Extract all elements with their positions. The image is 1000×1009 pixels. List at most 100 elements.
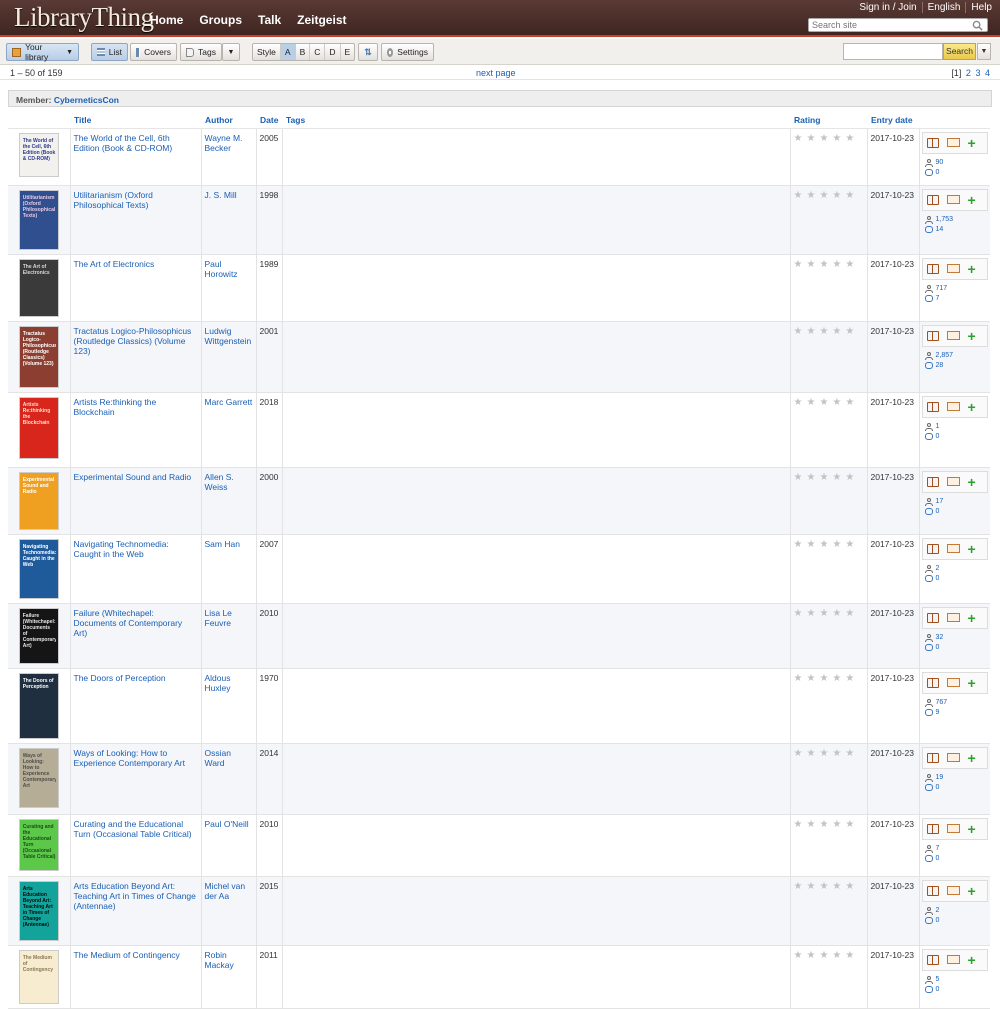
- book-details-icon[interactable]: [926, 137, 939, 148]
- librarything-logo[interactable]: LibraryThing: [14, 2, 154, 33]
- star-icon[interactable]: ★: [806, 748, 815, 759]
- star-icon[interactable]: ★: [845, 673, 854, 684]
- star-icon[interactable]: ★: [819, 608, 828, 619]
- add-book-icon[interactable]: +: [968, 400, 976, 414]
- star-icon[interactable]: ★: [819, 748, 828, 759]
- members-count[interactable]: 717: [936, 284, 948, 294]
- star-icon[interactable]: ★: [794, 259, 803, 270]
- your-library-button[interactable]: Your library ▼: [6, 42, 79, 62]
- add-book-icon[interactable]: +: [968, 475, 976, 489]
- star-icon[interactable]: ★: [794, 539, 803, 550]
- star-icon[interactable]: ★: [819, 539, 828, 550]
- book-details-icon[interactable]: [926, 612, 939, 623]
- star-icon[interactable]: ★: [832, 608, 841, 619]
- tags-cell[interactable]: [282, 254, 791, 322]
- book-title-link[interactable]: Utilitarianism (Oxford Philosophical Tex…: [74, 190, 153, 210]
- reviews-count[interactable]: 0: [936, 854, 940, 864]
- book-author-link[interactable]: Sam Han: [205, 539, 240, 549]
- star-icon[interactable]: ★: [819, 133, 828, 144]
- book-cover-image[interactable]: Failure (Whitechapel: Documents of Conte…: [18, 607, 59, 664]
- site-search-input[interactable]: [809, 19, 959, 31]
- book-author-link[interactable]: Allen S. Weiss: [205, 472, 234, 492]
- book-title-link[interactable]: Curating and the Educational Turn (Occas…: [74, 819, 192, 839]
- member-name-link[interactable]: CyberneticsCon: [54, 95, 119, 105]
- book-cover-image[interactable]: Artists Re:thinking the Blockchain: [18, 396, 59, 459]
- book-author-link[interactable]: Michel van der Aa: [205, 881, 246, 901]
- star-icon[interactable]: ★: [806, 397, 815, 408]
- book-author-link[interactable]: Aldous Huxley: [205, 673, 231, 693]
- star-icon[interactable]: ★: [845, 397, 854, 408]
- help-link[interactable]: Help: [966, 2, 992, 13]
- star-icon[interactable]: ★: [806, 133, 815, 144]
- edit-book-icon[interactable]: [946, 824, 960, 833]
- book-author-link[interactable]: Paul O'Neill: [205, 819, 249, 829]
- star-icon[interactable]: ★: [832, 673, 841, 684]
- members-count[interactable]: 19: [936, 773, 944, 783]
- members-count[interactable]: 1,753: [936, 215, 954, 225]
- book-title-link[interactable]: Arts Education Beyond Art: Teaching Art …: [74, 881, 196, 911]
- reviews-count[interactable]: 14: [936, 225, 944, 235]
- star-icon[interactable]: ★: [794, 472, 803, 483]
- star-icon[interactable]: ★: [832, 819, 841, 830]
- book-author-link[interactable]: Marc Garrett: [205, 397, 253, 407]
- add-book-icon[interactable]: +: [968, 542, 976, 556]
- edit-book-icon[interactable]: [946, 613, 960, 622]
- star-icon[interactable]: ★: [819, 819, 828, 830]
- sign-in-link[interactable]: Sign in / Join: [854, 2, 923, 13]
- members-count[interactable]: 32: [936, 633, 944, 643]
- tags-cell[interactable]: [282, 128, 791, 186]
- page-link-3[interactable]: 3: [975, 68, 980, 78]
- book-author-link[interactable]: Robin Mackay: [205, 950, 234, 970]
- tags-cell[interactable]: [282, 185, 791, 255]
- star-icon[interactable]: ★: [832, 950, 841, 961]
- book-title-link[interactable]: The Doors of Perception: [74, 673, 166, 683]
- star-icon[interactable]: ★: [845, 539, 854, 550]
- tags-cell[interactable]: [282, 603, 791, 669]
- star-icon[interactable]: ★: [845, 190, 854, 201]
- star-icon[interactable]: ★: [832, 748, 841, 759]
- star-icon[interactable]: ★: [832, 133, 841, 144]
- tags-button[interactable]: Tags: [180, 43, 222, 61]
- style-e-button[interactable]: E: [341, 44, 355, 60]
- book-title-link[interactable]: Tractatus Logico-Philosophicus (Routledg…: [74, 326, 192, 356]
- star-icon[interactable]: ★: [794, 326, 803, 337]
- style-a-button[interactable]: A: [280, 44, 296, 60]
- book-title-link[interactable]: The Art of Electronics: [74, 259, 155, 269]
- page-link-2[interactable]: 2: [966, 68, 971, 78]
- tags-column-header[interactable]: Tags: [282, 112, 790, 129]
- star-icon[interactable]: ★: [845, 748, 854, 759]
- edit-book-icon[interactable]: [946, 544, 960, 553]
- star-icon[interactable]: ★: [845, 133, 854, 144]
- book-title-link[interactable]: Experimental Sound and Radio: [74, 472, 192, 482]
- book-cover-image[interactable]: The Art of Electronics: [18, 258, 59, 317]
- star-icon[interactable]: ★: [845, 259, 854, 270]
- tags-cell[interactable]: [282, 876, 791, 946]
- star-icon[interactable]: ★: [819, 950, 828, 961]
- nav-talk[interactable]: Talk: [258, 13, 281, 27]
- members-count[interactable]: 767: [936, 698, 948, 708]
- nav-zeitgeist[interactable]: Zeitgeist: [297, 13, 346, 27]
- star-icon[interactable]: ★: [806, 881, 815, 892]
- search-icon[interactable]: [972, 20, 983, 31]
- book-cover-image[interactable]: The World of the Cell, 6th Edition (Book…: [18, 132, 59, 177]
- star-icon[interactable]: ★: [832, 472, 841, 483]
- book-details-icon[interactable]: [926, 476, 939, 487]
- edit-book-icon[interactable]: [946, 753, 960, 762]
- book-cover-image[interactable]: Ways of Looking: How to Experience Conte…: [18, 747, 59, 808]
- star-icon[interactable]: ★: [819, 326, 828, 337]
- star-icon[interactable]: ★: [845, 326, 854, 337]
- book-title-link[interactable]: Ways of Looking: How to Experience Conte…: [74, 748, 186, 768]
- tags-cell[interactable]: [282, 743, 791, 815]
- reviews-count[interactable]: 0: [936, 432, 940, 442]
- book-cover-image[interactable]: Utilitarianism (Oxford Philosophical Tex…: [18, 189, 59, 250]
- reviews-count[interactable]: 0: [936, 916, 940, 926]
- add-book-icon[interactable]: +: [968, 751, 976, 765]
- nav-groups[interactable]: Groups: [199, 13, 242, 27]
- tags-cell[interactable]: [282, 467, 791, 535]
- edit-book-icon[interactable]: [946, 955, 960, 964]
- star-icon[interactable]: ★: [832, 259, 841, 270]
- add-book-icon[interactable]: +: [968, 822, 976, 836]
- reviews-count[interactable]: 28: [936, 361, 944, 371]
- add-book-icon[interactable]: +: [968, 611, 976, 625]
- star-icon[interactable]: ★: [845, 472, 854, 483]
